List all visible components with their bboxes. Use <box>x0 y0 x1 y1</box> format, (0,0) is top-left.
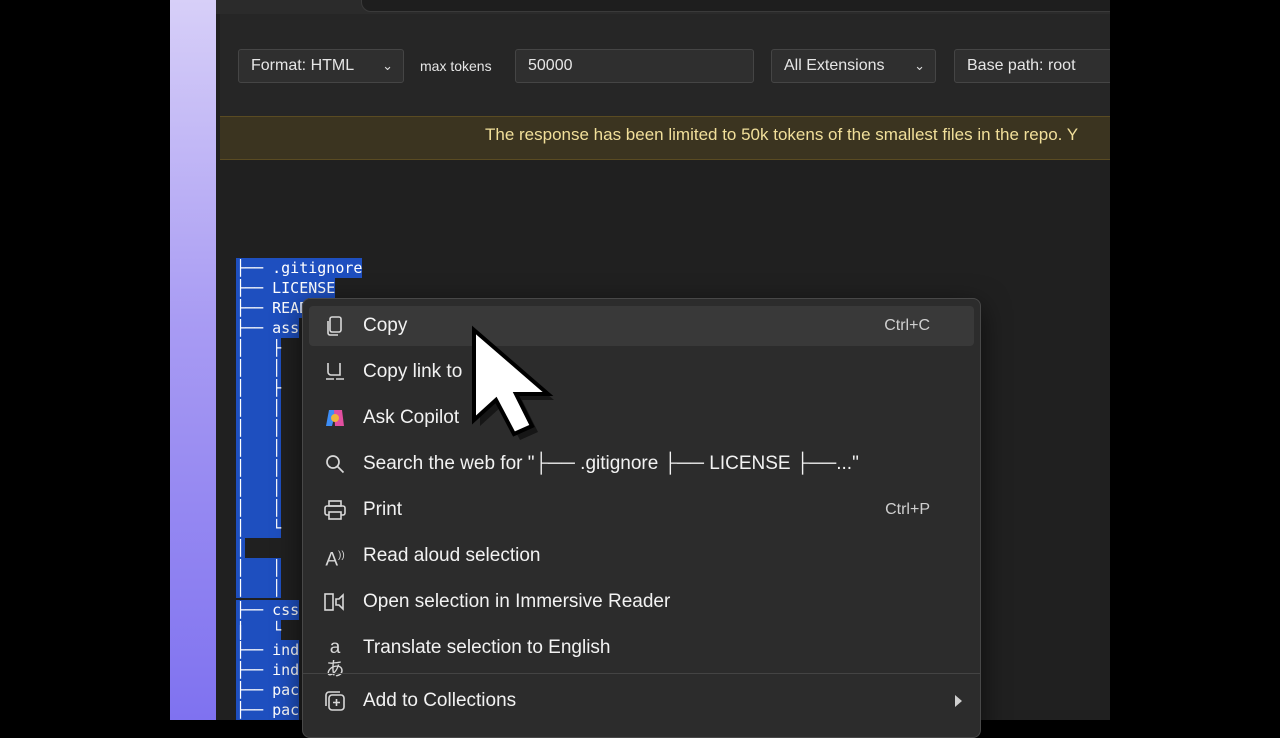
tab-strip <box>216 0 1110 14</box>
tree-line: │ │ <box>236 578 282 598</box>
menu-item-translate[interactable]: aあ Translate selection to English <box>309 628 974 680</box>
tree-line: │ │ <box>236 558 282 578</box>
tree-line: ├── READ <box>236 298 309 318</box>
format-select[interactable]: Format: HTML ⌄ <box>238 49 404 83</box>
menu-item-shortcut: Ctrl+C <box>884 317 930 334</box>
menu-item-print[interactable]: Print Ctrl+P <box>309 490 974 530</box>
read-aloud-icon: A)) <box>325 549 345 571</box>
tree-line: │ │ <box>236 478 282 498</box>
search-icon <box>323 453 347 475</box>
chevron-down-icon: ⌄ <box>382 58 393 73</box>
mouse-pointer-icon <box>460 322 610 447</box>
tree-line: ├── ass <box>236 318 300 338</box>
tree-line: │ │ <box>236 358 282 378</box>
tree-line: │ │ <box>236 498 282 518</box>
active-tab[interactable] <box>361 0 1110 12</box>
menu-item-shortcut: Ctrl+P <box>885 501 930 518</box>
tree-line: │ │ <box>236 398 282 418</box>
tree-line: │ ├ <box>236 338 282 358</box>
menu-item-copy-link[interactable]: Copy link to <box>309 352 974 392</box>
format-select-label: Format: HTML <box>251 57 355 74</box>
link-highlight-icon <box>323 361 347 383</box>
base-path-select-label: Base path: root <box>967 57 1076 74</box>
tree-line: ├── LICENSE <box>236 278 336 298</box>
menu-item-label: Add to Collections <box>363 690 517 711</box>
menu-item-add-to-collections[interactable]: Add to Collections <box>309 681 974 721</box>
tree-line: │ └ <box>236 518 282 538</box>
tree-line: ├── pac <box>236 700 300 720</box>
menu-separator <box>303 673 980 674</box>
tree-line: │ <box>236 538 246 558</box>
menu-item-copy[interactable]: Copy Ctrl+C <box>309 306 974 346</box>
menu-item-label: Open selection in Immersive Reader <box>363 591 671 612</box>
menu-item-label: Translate selection to English <box>363 637 611 658</box>
tree-line: │ │ <box>236 438 282 458</box>
desktop-background-edge <box>170 0 218 720</box>
tree-line: │ │ <box>236 418 282 438</box>
tree-line: │ │ <box>236 458 282 478</box>
menu-item-label: Copy link to <box>363 361 463 382</box>
options-toolbar: Format: HTML ⌄ max tokens 50000 All Exte… <box>220 14 1110 116</box>
extensions-select[interactable]: All Extensions ⌄ <box>771 49 936 83</box>
menu-item-label: Read aloud selection <box>363 545 541 566</box>
tree-line: ├── css <box>236 600 300 620</box>
menu-item-label: Ask Copilot <box>363 407 460 428</box>
notice-text: The response has been limited to 50k tok… <box>485 125 1079 144</box>
menu-item-label: Copy <box>363 315 408 336</box>
extensions-select-label: All Extensions <box>784 57 885 74</box>
tree-line: ├── ind <box>236 660 300 680</box>
printer-icon <box>323 499 347 521</box>
menu-item-read-aloud[interactable]: A)) Read aloud selection <box>309 536 974 576</box>
chevron-down-icon: ⌄ <box>914 58 925 73</box>
immersive-reader-icon <box>323 591 347 613</box>
translate-icon: aあ <box>325 637 345 680</box>
tree-line: ├── ind <box>236 640 300 660</box>
max-tokens-value: 50000 <box>528 57 573 74</box>
menu-item-immersive-reader[interactable]: Open selection in Immersive Reader <box>309 582 974 622</box>
base-path-select[interactable]: Base path: root <box>954 49 1110 83</box>
tree-line: ├── pac <box>236 680 300 700</box>
menu-item-search-web[interactable]: Search the web for "├── .gitignore ├── L… <box>309 444 974 484</box>
token-limit-notice: The response has been limited to 50k tok… <box>220 116 1110 160</box>
tree-line: ├── .gitignore <box>236 258 363 278</box>
menu-item-ask-copilot[interactable]: Ask Copilot <box>309 398 974 438</box>
submenu-arrow-icon <box>955 695 962 707</box>
copilot-icon <box>323 407 347 429</box>
max-tokens-label: max tokens <box>420 58 492 74</box>
menu-item-label: Search the web for "├── .gitignore ├── L… <box>363 453 859 474</box>
collections-icon <box>323 690 347 712</box>
copy-icon <box>323 315 347 337</box>
max-tokens-input[interactable]: 50000 <box>515 49 754 83</box>
tree-line: │ ├ <box>236 378 282 398</box>
context-menu: Copy Ctrl+C Copy link to Ask Copilot Sea… <box>302 298 981 738</box>
menu-item-label: Print <box>363 499 403 520</box>
